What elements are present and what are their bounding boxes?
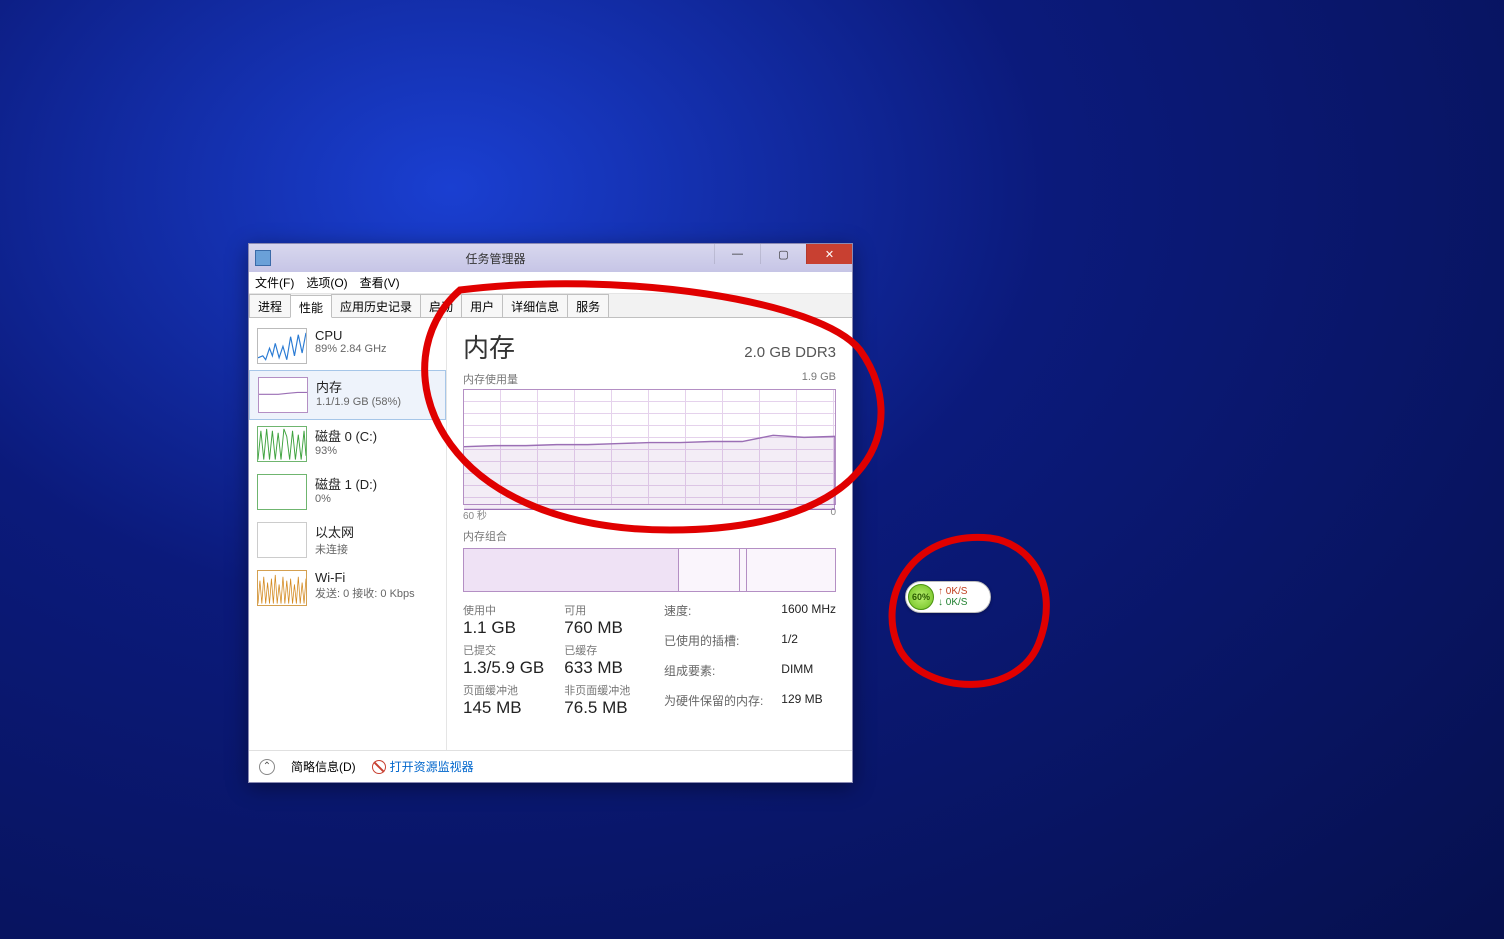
open-resmon-link[interactable]: 打开资源监视器 [390,758,474,775]
detail-pane: 内存 2.0 GB DDR3 内存使用量 1.9 GB 60 秒 0 内存组合 [447,318,852,750]
stats-right: 速度: 1600 MHz 已使用的插槽: 1/2 组成要素: DIMM 为硬件保… [664,602,836,718]
composition-label: 内存组合 [463,528,507,544]
nonpaged-value: 76.5 MB [564,698,630,718]
disk1-mini-chart [257,474,307,510]
stats-area: 使用中 1.1 GB 可用 760 MB 已提交 1.3/5.9 GB 已缓存 … [463,602,836,718]
titlebar[interactable]: 任务管理器 — ▢ ✕ [249,244,852,272]
cached-value: 633 MB [564,658,630,678]
form-label: 组成要素: [664,662,763,688]
widget-percent: 60% [908,584,934,610]
tab-performance[interactable]: 性能 [290,295,332,318]
disk1-sub: 0% [315,493,377,505]
fewer-details-link[interactable]: 简略信息(D) [291,758,356,775]
memory-usage-chart [463,389,836,505]
tab-details[interactable]: 详细信息 [502,294,568,317]
available-value: 760 MB [564,618,630,638]
speed-label: 速度: [664,602,763,628]
disk1-label: 磁盘 1 (D:) [315,474,377,493]
content-area: CPU 89% 2.84 GHz 内存 1.1/1.9 GB (58%) [249,318,852,750]
wifi-label: Wi-Fi [315,570,415,585]
network-speed-widget[interactable]: 60% ↑ 0K/S ↓ 0K/S [905,581,991,613]
paged-label: 页面缓冲池 [463,682,544,698]
maximize-button[interactable]: ▢ [760,244,806,264]
wifi-mini-chart [257,570,307,606]
cpu-label: CPU [315,328,387,343]
disk0-mini-chart [257,426,307,462]
menu-file[interactable]: 文件(F) [255,274,294,291]
window-title: 任务管理器 [277,250,714,267]
disk0-sub: 93% [315,445,377,457]
window-footer: ⌃ 简略信息(D) 打开资源监视器 [249,750,852,782]
window-controls: — ▢ ✕ [714,244,852,272]
tab-services[interactable]: 服务 [567,294,609,317]
available-label: 可用 [564,602,630,618]
reserved-value: 129 MB [781,692,836,718]
tab-processes[interactable]: 进程 [249,294,291,317]
form-value: DIMM [781,662,836,688]
minimize-button[interactable]: — [714,244,760,264]
usage-label: 内存使用量 [463,371,518,387]
download-rate: ↓ 0K/S [938,597,967,608]
tab-apphistory[interactable]: 应用历史记录 [331,294,421,317]
speed-value: 1600 MHz [781,602,836,628]
detail-capacity: 2.0 GB DDR3 [744,344,836,361]
cpu-mini-chart [257,328,307,364]
sidebar-item-cpu[interactable]: CPU 89% 2.84 GHz [249,322,446,370]
collapse-icon[interactable]: ⌃ [259,759,275,775]
menu-options[interactable]: 选项(O) [306,274,347,291]
memory-mini-chart [258,377,308,413]
sidebar-item-disk0[interactable]: 磁盘 0 (C:) 93% [249,420,446,468]
menubar: 文件(F) 选项(O) 查看(V) [249,272,852,294]
detail-title: 内存 [463,328,515,365]
upload-rate: ↑ 0K/S [938,586,967,597]
ethernet-mini-chart [257,522,307,558]
committed-value: 1.3/5.9 GB [463,658,544,678]
task-manager-icon [255,250,271,266]
memory-sub: 1.1/1.9 GB (58%) [316,396,401,408]
committed-label: 已提交 [463,642,544,658]
wifi-sub: 发送: 0 接收: 0 Kbps [315,585,415,601]
menu-view[interactable]: 查看(V) [360,274,400,291]
in-use-label: 使用中 [463,602,544,618]
memory-label: 内存 [316,377,401,396]
slots-value: 1/2 [781,632,836,658]
detail-header: 内存 2.0 GB DDR3 [463,328,836,365]
close-button[interactable]: ✕ [806,244,852,264]
tab-startup[interactable]: 启动 [420,294,462,317]
in-use-value: 1.1 GB [463,618,544,638]
sidebar-item-wifi[interactable]: Wi-Fi 发送: 0 接收: 0 Kbps [249,564,446,612]
nonpaged-label: 非页面缓冲池 [564,682,630,698]
task-manager-window: 任务管理器 — ▢ ✕ 文件(F) 选项(O) 查看(V) 进程 性能 应用历史… [248,243,853,783]
stats-left: 使用中 1.1 GB 可用 760 MB 已提交 1.3/5.9 GB 已缓存 … [463,602,630,718]
sidebar-item-disk1[interactable]: 磁盘 1 (D:) 0% [249,468,446,516]
slots-label: 已使用的插槽: [664,632,763,658]
resmon-icon [372,760,386,774]
ethernet-label: 以太网 [315,522,354,541]
disk0-label: 磁盘 0 (C:) [315,426,377,445]
cached-label: 已缓存 [564,642,630,658]
sidebar-item-memory[interactable]: 内存 1.1/1.9 GB (58%) [249,370,446,420]
paged-value: 145 MB [463,698,544,718]
tabbar: 进程 性能 应用历史记录 启动 用户 详细信息 服务 [249,294,852,318]
performance-sidebar: CPU 89% 2.84 GHz 内存 1.1/1.9 GB (58%) [249,318,447,750]
tab-users[interactable]: 用户 [461,294,503,317]
ethernet-sub: 未连接 [315,541,354,557]
memory-composition-chart [463,548,836,592]
cpu-sub: 89% 2.84 GHz [315,343,387,355]
widget-rates: ↑ 0K/S ↓ 0K/S [938,586,967,608]
reserved-label: 为硬件保留的内存: [664,692,763,718]
usage-max: 1.9 GB [802,371,836,387]
sidebar-item-ethernet[interactable]: 以太网 未连接 [249,516,446,564]
annotation-circle-widget [880,530,1060,705]
